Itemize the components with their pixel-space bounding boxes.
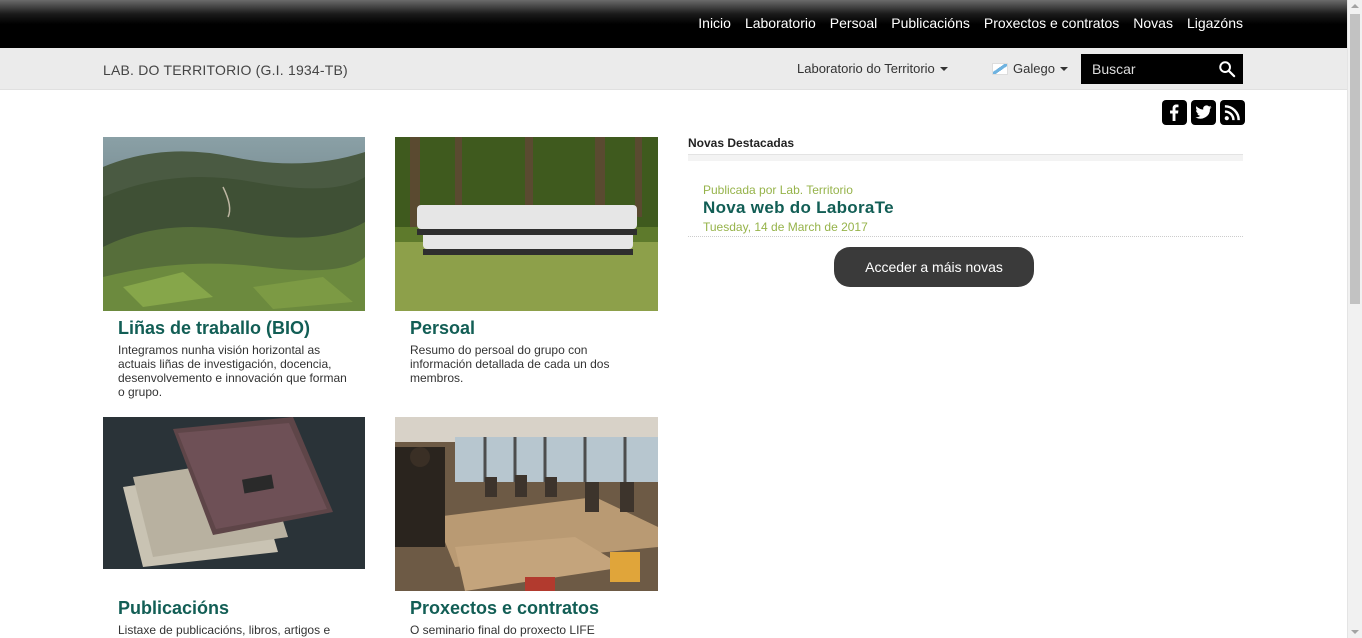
- caret-down-icon: [939, 66, 948, 71]
- card-title-publications[interactable]: Publicacións: [118, 598, 229, 619]
- facebook-icon[interactable]: [1162, 100, 1187, 125]
- vertical-scrollbar[interactable]: [1347, 0, 1362, 638]
- nav-publicacions[interactable]: Publicacións: [891, 15, 970, 31]
- nav-inicio[interactable]: Inicio: [698, 15, 731, 31]
- search-icon[interactable]: [1218, 60, 1236, 78]
- caret-down-icon: [1059, 66, 1068, 71]
- galician-flag-icon: [992, 62, 1008, 75]
- twitter-icon[interactable]: [1191, 100, 1216, 125]
- card-desc-lines: Integramos nunha visión horizontal as ac…: [118, 343, 347, 399]
- card-title-staff[interactable]: Persoal: [410, 318, 475, 339]
- nav-proxectos[interactable]: Proxectos e contratos: [984, 15, 1119, 31]
- language-label: Galego: [1013, 61, 1055, 76]
- scroll-up-icon[interactable]: [1351, 4, 1359, 8]
- publications-image[interactable]: [103, 417, 365, 569]
- nav-novas[interactable]: Novas: [1133, 15, 1173, 31]
- search-box: [1081, 54, 1243, 84]
- lab-dropdown-label: Laboratorio do Territorio: [797, 61, 935, 76]
- staff-image[interactable]: [395, 137, 658, 311]
- scrollbar-thumb[interactable]: [1350, 14, 1360, 304]
- card-desc-staff: Resumo do persoal do grupo con informaci…: [410, 343, 610, 385]
- rss-icon[interactable]: [1220, 100, 1245, 125]
- main-menu: Inicio Laboratorio Persoal Publicacións …: [698, 15, 1243, 31]
- news-divider: [688, 154, 1243, 161]
- card-desc-publications: Listaxe de publicacións, libros, artigos…: [118, 623, 331, 637]
- scroll-down-icon[interactable]: [1351, 630, 1359, 634]
- nav-ligazons[interactable]: Ligazóns: [1187, 15, 1243, 31]
- news-date: Tuesday, 14 de March de 2017: [703, 220, 868, 234]
- top-navbar: Inicio Laboratorio Persoal Publicacións …: [0, 0, 1347, 48]
- language-dropdown[interactable]: Galego: [992, 61, 1068, 76]
- nav-laboratorio[interactable]: Laboratorio: [745, 15, 816, 31]
- card-desc-projects: O seminario final do proxecto LIFE: [410, 623, 595, 637]
- site-name[interactable]: LAB. DO TERRITORIO (G.I. 1934-TB): [103, 62, 348, 78]
- news-title-link[interactable]: Nova web do LaboraTe: [703, 198, 894, 218]
- more-news-button[interactable]: Acceder a máis novas: [834, 247, 1034, 287]
- news-author: Publicada por Lab. Territorio: [703, 183, 853, 197]
- card-title-projects[interactable]: Proxectos e contratos: [410, 598, 599, 619]
- lines-of-work-image[interactable]: [103, 137, 365, 311]
- projects-image[interactable]: [395, 417, 658, 591]
- lab-dropdown[interactable]: Laboratorio do Territorio: [797, 61, 948, 76]
- sub-header: LAB. DO TERRITORIO (G.I. 1934-TB) Labora…: [0, 48, 1347, 90]
- card-title-lines[interactable]: Liñas de traballo (BIO): [118, 318, 310, 339]
- news-separator: [688, 236, 1243, 237]
- featured-news-heading: Novas Destacadas: [688, 136, 795, 150]
- nav-persoal[interactable]: Persoal: [830, 15, 877, 31]
- search-input[interactable]: [1081, 54, 1206, 84]
- social-links: [1162, 100, 1245, 125]
